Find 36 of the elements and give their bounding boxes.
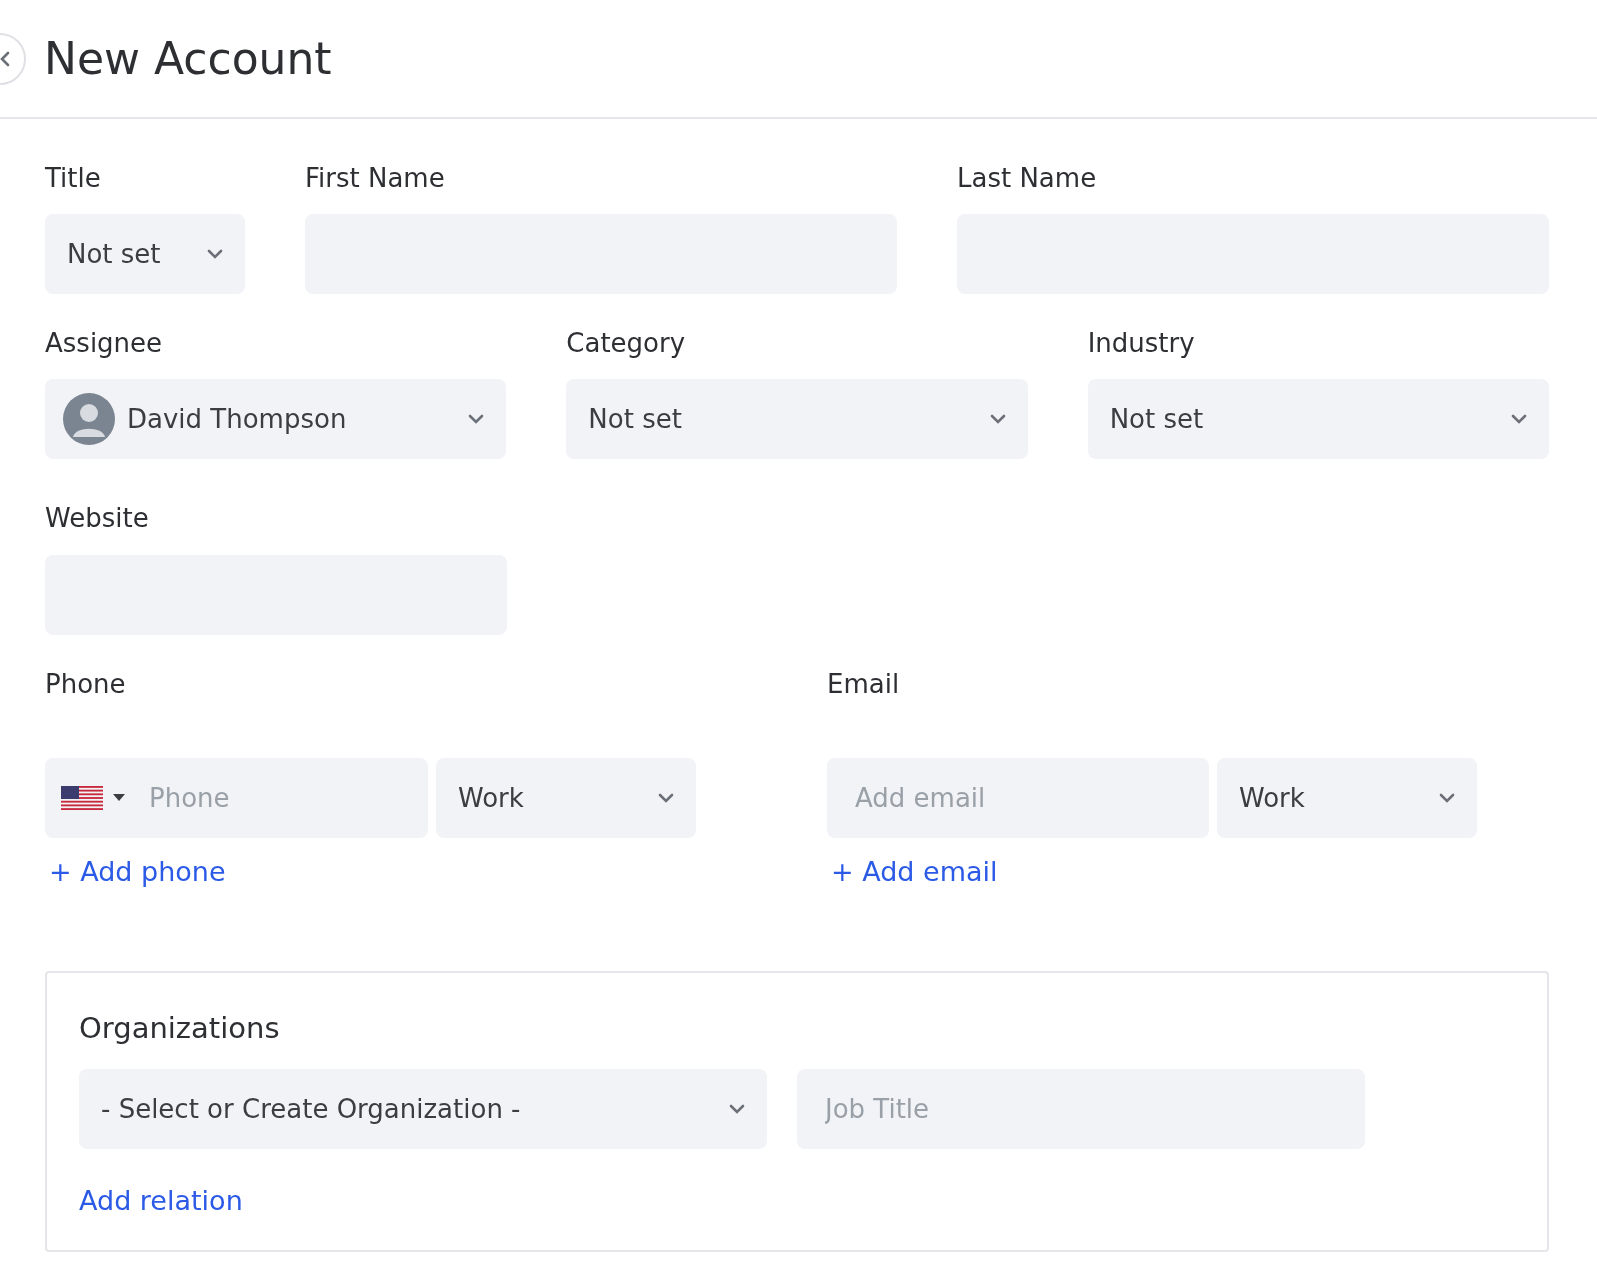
chevron-down-icon — [207, 249, 223, 260]
select-field[interactable]: Not set — [566, 379, 1028, 460]
phone-field[interactable]: Phone — [45, 757, 428, 838]
add-relation-link[interactable]: Add relation — [79, 1184, 243, 1216]
field-label: Website — [45, 503, 150, 535]
page-title: New Account — [44, 33, 332, 84]
chevron-down-icon — [729, 1103, 745, 1114]
chevron-down-icon — [1439, 792, 1455, 803]
field-label: Email — [827, 668, 901, 700]
select-field[interactable]: Work — [1217, 757, 1477, 838]
field-label: Assignee — [45, 328, 164, 360]
select-field[interactable]: Not set — [45, 214, 245, 295]
select-field[interactable]: Not set — [1087, 379, 1549, 460]
chevron-down-icon — [989, 414, 1006, 425]
section-title: Organizations — [79, 1010, 281, 1045]
chevron-down-icon — [658, 792, 674, 803]
add-email-link[interactable]: + Add email — [831, 855, 998, 887]
field-label: Industry — [1087, 328, 1196, 360]
field-label: First Name — [305, 163, 446, 195]
caret-down-icon — [113, 793, 125, 802]
select-field[interactable]: Work — [436, 757, 696, 838]
phone-input[interactable]: Phone — [147, 781, 371, 814]
field-label: Category — [566, 328, 687, 360]
email-field[interactable]: Add email — [827, 757, 1209, 838]
field-label: Title — [45, 163, 102, 195]
assignee-select[interactable]: David Thompson — [45, 379, 507, 460]
flag-icon — [61, 785, 103, 810]
add-phone-link[interactable]: + Add phone — [49, 855, 226, 887]
chevron-left-icon — [0, 50, 10, 67]
avatar-icon — [63, 393, 115, 446]
organization-select[interactable]: - Select or Create Organization - — [79, 1068, 767, 1149]
country-picker[interactable] — [61, 785, 125, 810]
field-label: Phone — [45, 668, 127, 700]
field-label: Last Name — [957, 163, 1098, 195]
chevron-down-icon — [1511, 414, 1527, 425]
chevron-down-icon — [468, 414, 485, 425]
